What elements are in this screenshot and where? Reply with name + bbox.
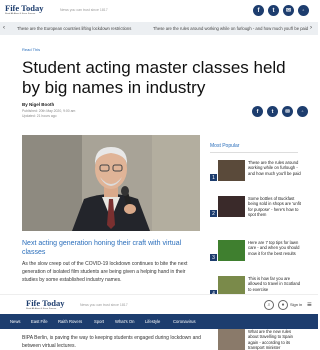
sticky-tagline: News you can trust since 1817 (80, 303, 128, 307)
most-popular-item[interactable]: What are the new rules about travelling … (210, 329, 300, 350)
thumbnail-image (218, 160, 245, 181)
most-popular-link[interactable]: Some bottles of Buckfast being sold in s… (248, 196, 302, 217)
man-with-microphone-image (22, 135, 200, 231)
nav-item-sport[interactable]: Sport (94, 319, 104, 324)
most-popular-item[interactable]: 1 These are the rules around working whi… (210, 160, 302, 190)
rank-badge: 3 (210, 254, 217, 261)
ticker-next-icon[interactable]: › (310, 25, 312, 31)
nav-item-whats-on[interactable]: What's On (115, 319, 134, 324)
image-caption: Next acting generation honing their craf… (22, 240, 182, 256)
most-popular-link[interactable]: Here are 7 top tips for lawn care - and … (248, 240, 302, 256)
nav-item-raith-rovers[interactable]: Raith Rovers (58, 319, 82, 324)
most-popular-item[interactable]: 2 Some bottles of Buckfast being sold in… (210, 196, 302, 226)
section-label[interactable]: Read This (22, 47, 40, 52)
site-tagline: News you can trust since 1817 (60, 8, 108, 12)
article-paragraph: As the slow creep out of the COVID-19 lo… (22, 261, 188, 283)
nav-item-news[interactable]: News (10, 319, 20, 324)
most-popular-item[interactable]: 3 Here are 7 top tips for lawn care - an… (210, 240, 300, 270)
whatsapp-icon[interactable]: ◦ (298, 5, 309, 16)
updated-date: Updated: 21 hours ago (22, 114, 57, 118)
thumbnail-image (218, 240, 245, 261)
nav-item-lifestyle[interactable]: Lifestyle (145, 319, 160, 324)
ticker-prev-icon[interactable]: ‹ (3, 25, 5, 31)
thumbnail-image (218, 196, 245, 217)
search-icon[interactable]: ⌕ (264, 300, 274, 310)
article-hero-image (22, 135, 200, 231)
sticky-header: Fife Today Read All About It Since Forev… (0, 294, 318, 314)
most-popular-link[interactable]: This is how far you are allowed to trave… (248, 276, 302, 292)
divider (210, 152, 298, 153)
share-twitter-icon[interactable]: t (267, 106, 278, 117)
main-nav: News East Fife Raith Rovers Sport What's… (0, 314, 318, 329)
twitter-icon[interactable]: t (268, 5, 279, 16)
author-byline[interactable]: By Nigel Booth (22, 102, 54, 107)
share-whatsapp-icon[interactable]: ◦ (297, 106, 308, 117)
sticky-logo[interactable]: Fife Today Read All About It Since Forev… (26, 299, 65, 310)
article-paragraph: BIPA Berlin, is paving the way to keepin… (22, 335, 201, 349)
facebook-icon[interactable]: f (253, 5, 264, 16)
signin-link[interactable]: Sign in (290, 302, 302, 307)
nav-item-east-fife[interactable]: East Fife (31, 319, 48, 324)
news-ticker: ‹ These are the European countries lifti… (0, 22, 318, 35)
share-email-icon[interactable]: ✉ (282, 106, 293, 117)
nav-item-coronavirus[interactable]: Coronavirus (173, 319, 196, 324)
most-popular-link[interactable]: What are the new rules about travelling … (248, 329, 300, 350)
thumbnail-image (218, 329, 245, 350)
published-date: Published: 20th May 2020, 9:00 am (22, 109, 76, 113)
ticker-item[interactable]: These are the European countries lifting… (17, 26, 131, 31)
site-logo[interactable]: Fife Today Read All About It Since Forev… (5, 4, 44, 15)
most-popular-link[interactable]: These are the rules around working while… (248, 160, 302, 176)
menu-icon[interactable]: ≡ (307, 300, 312, 309)
article-title: Student acting master classes held by bi… (22, 58, 286, 97)
user-icon[interactable]: ● (278, 300, 288, 310)
share-facebook-icon[interactable]: f (252, 106, 263, 117)
email-icon[interactable]: ✉ (283, 5, 294, 16)
rank-badge: 2 (210, 210, 217, 217)
ticker-item[interactable]: These are the rules around working while… (153, 26, 308, 31)
most-popular-heading: Most Popular (210, 143, 240, 149)
rank-badge: 1 (210, 174, 217, 181)
site-header: Fife Today Read All About It Since Forev… (0, 0, 318, 20)
